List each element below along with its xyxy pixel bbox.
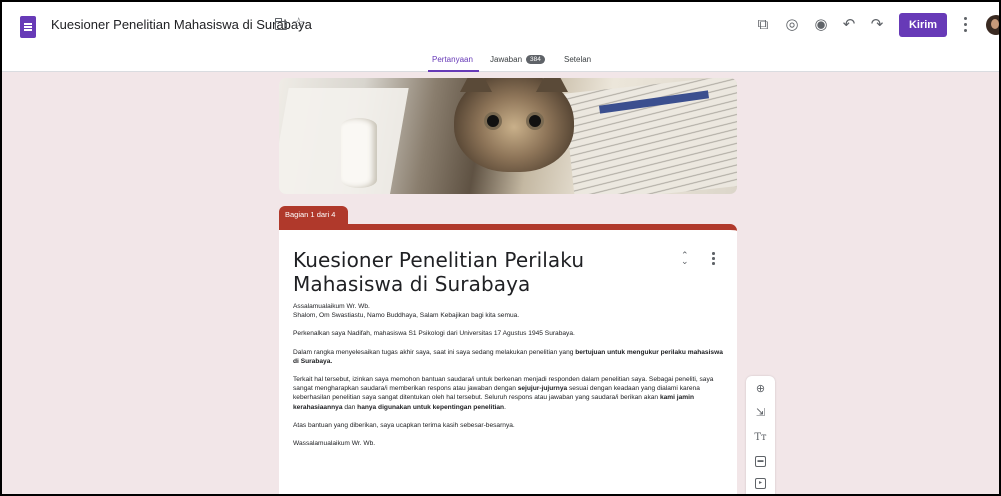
floating-toolbar: ⊕ ⇲ Tт ▬ ▸ xyxy=(746,376,775,494)
palette-icon[interactable]: ◎ xyxy=(783,16,801,34)
collapse-icon[interactable]: ⌃ ⌄ xyxy=(681,251,689,266)
closing-paragraph: Wassalamualaikum Wr. Wb. xyxy=(293,440,376,448)
add-title-icon[interactable]: Tт xyxy=(753,430,768,445)
avatar[interactable] xyxy=(986,15,999,35)
addon-icon[interactable]: ⧉ xyxy=(754,16,772,34)
import-questions-icon[interactable]: ⇲ xyxy=(753,406,768,421)
add-video-icon[interactable]: ▸ xyxy=(755,478,766,489)
send-button[interactable]: Kirim xyxy=(899,13,947,37)
request-paragraph: Terkait hal tersebut, izinkan saya memoh… xyxy=(293,376,714,411)
app-window: Kuesioner Penelitian Mahasiswa di Suraba… xyxy=(0,0,1001,496)
greeting-line-2: Shalom, Om Swastiastu, Namo Buddhaya, Sa… xyxy=(293,312,520,320)
purpose-paragraph: Dalam rangka menyelesaikan tugas akhir s… xyxy=(293,348,723,365)
add-question-icon[interactable]: ⊕ xyxy=(753,382,768,397)
tab-questions[interactable]: Pertanyaan xyxy=(432,55,473,64)
form-description[interactable]: Assalamualaikum Wr. Wb. Shalom, Om Swast… xyxy=(293,302,725,457)
form-title[interactable]: Kuesioner Penelitian Perilaku Mahasiswa … xyxy=(293,248,683,296)
form-tabs: Pertanyaan Jawaban 384 Setelan xyxy=(2,52,999,72)
section-label: Bagian 1 dari 4 xyxy=(279,206,348,224)
preview-icon[interactable]: ◉ xyxy=(812,16,830,34)
star-icon[interactable]: ☆ xyxy=(292,14,305,32)
greeting-line: Assalamualaikum Wr. Wb. xyxy=(293,303,370,310)
responses-count-badge: 384 xyxy=(526,55,545,64)
tab-responses[interactable]: Jawaban 384 xyxy=(490,55,545,64)
forms-app-icon[interactable] xyxy=(20,16,36,38)
redo-icon[interactable]: ↷ xyxy=(868,16,886,34)
add-image-icon[interactable]: ▬ xyxy=(755,456,766,467)
tab-settings[interactable]: Setelan xyxy=(564,55,591,64)
tab-responses-label: Jawaban xyxy=(490,55,523,64)
top-bar: Kuesioner Penelitian Mahasiswa di Suraba… xyxy=(2,2,999,52)
intro-paragraph: Perkenalkan saya Nadifah, mahasiswa S1 P… xyxy=(293,330,575,338)
section-more-icon[interactable] xyxy=(712,252,715,267)
thanks-paragraph: Atas bantuan yang diberikan, saya ucapka… xyxy=(293,421,515,429)
undo-icon[interactable]: ↶ xyxy=(840,16,858,34)
document-title[interactable]: Kuesioner Penelitian Mahasiswa di Suraba… xyxy=(51,17,312,32)
more-icon[interactable] xyxy=(964,16,968,34)
header-image xyxy=(279,78,737,194)
active-tab-indicator xyxy=(428,70,479,72)
folder-icon[interactable] xyxy=(274,18,287,30)
form-header-card[interactable]: Kuesioner Penelitian Perilaku Mahasiswa … xyxy=(279,224,737,494)
